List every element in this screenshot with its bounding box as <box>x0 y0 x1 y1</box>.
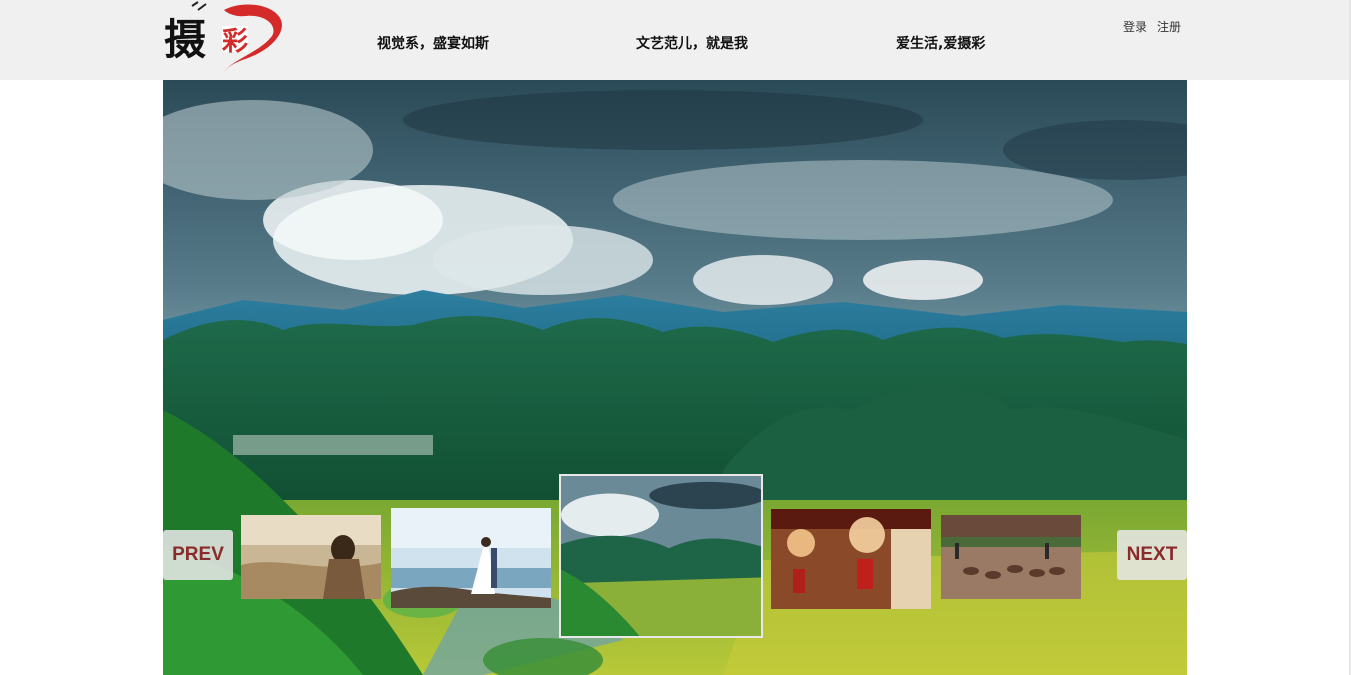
login-link[interactable]: 登录 <box>1123 18 1147 35</box>
logo[interactable]: 摄 彩 <box>162 0 290 76</box>
top-header: 摄 彩 视觉系，盛宴如斯 文艺范儿，就是我 爱生活,爱摄彩 登录 注册 <box>0 0 1351 80</box>
svg-text:彩: 彩 <box>221 27 248 57</box>
thumbnail-wedding-seashore[interactable] <box>391 508 551 608</box>
prev-button[interactable]: PREV <box>163 530 233 580</box>
thumbnail-portrait-in-field[interactable] <box>241 515 381 599</box>
next-button[interactable]: NEXT <box>1117 530 1187 580</box>
nav-visual[interactable]: 视觉系，盛宴如斯 <box>377 33 489 53</box>
nav-artsy[interactable]: 文艺范儿，就是我 <box>636 33 748 53</box>
thumbnail-chandelier-interior[interactable] <box>771 509 931 609</box>
register-link[interactable]: 注册 <box>1157 18 1181 35</box>
thumbnail-mountain-valley[interactable] <box>559 474 763 638</box>
svg-text:摄: 摄 <box>164 15 206 64</box>
hero-slider: PREV NEXT <box>163 80 1187 675</box>
nav-love-life[interactable]: 爱生活,爱摄彩 <box>896 33 985 53</box>
thumbnail-farm-field[interactable] <box>941 515 1081 599</box>
